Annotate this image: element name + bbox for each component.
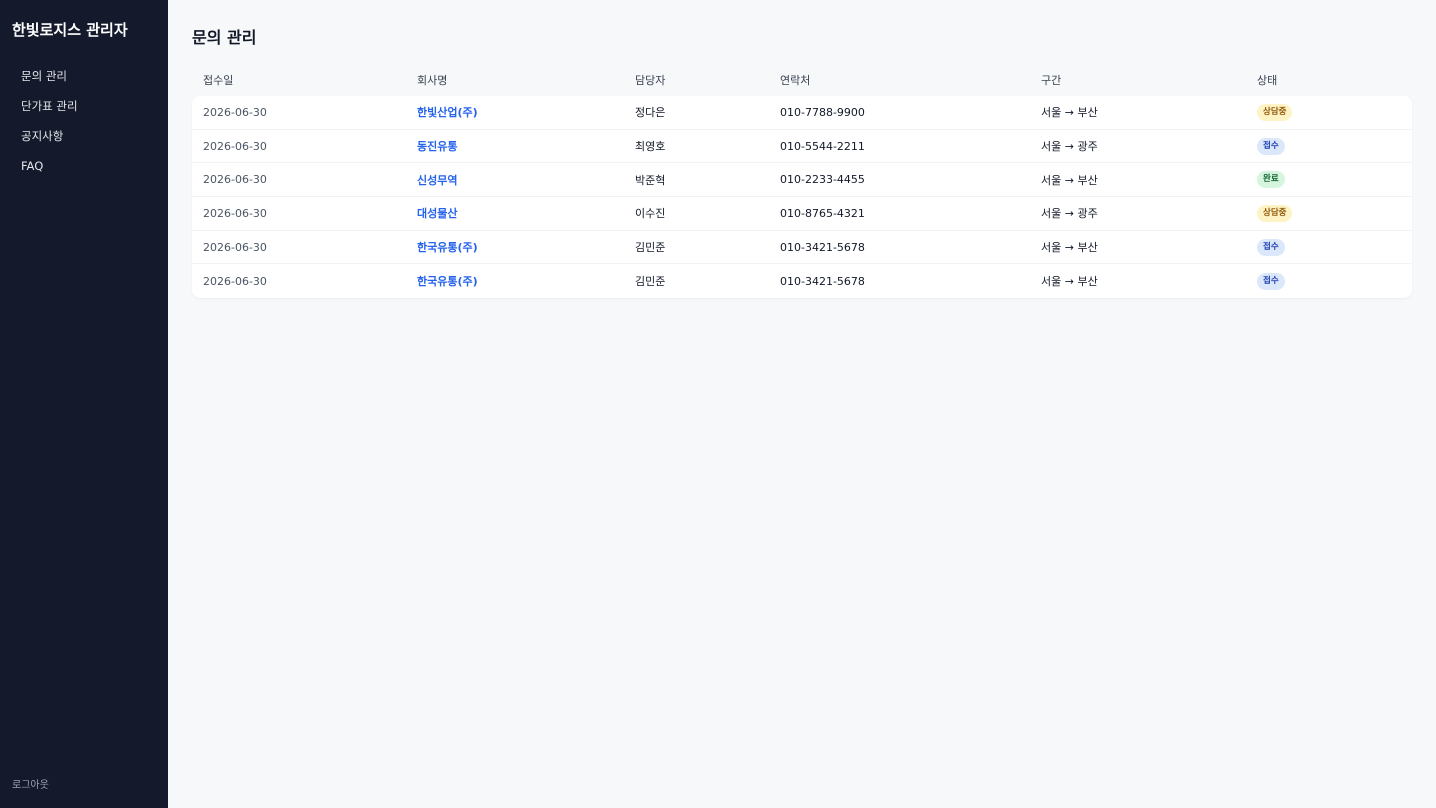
row-date: 2026-06-30 — [203, 139, 267, 153]
table-row[interactable]: 2026-06-30 한국유통(주) 김민준 010-3421-5678 서울 … — [192, 231, 1412, 265]
sidebar-item-inquiries[interactable]: 문의 관리 — [0, 64, 168, 94]
header-person: 담당자 — [635, 74, 666, 87]
row-status-cell: 접수 — [1257, 130, 1285, 163]
row-company-link[interactable]: 동진유통 — [417, 130, 457, 163]
table-row[interactable]: 2026-06-30 동진유통 최영호 010-5544-2211 서울 → 광… — [192, 130, 1412, 164]
row-status-cell: 상담중 — [1257, 197, 1293, 230]
header-status: 상태 — [1257, 74, 1278, 87]
row-route: 서울 → 광주 — [1041, 207, 1098, 221]
table-body: 2026-06-30 한빛산업(주) 정다은 010-7788-9900 서울 … — [192, 96, 1412, 299]
row-phone: 010-2233-4455 — [780, 173, 865, 187]
row-company-link[interactable]: 한국유통(주) — [417, 264, 478, 298]
row-route: 서울 → 부산 — [1041, 106, 1098, 120]
row-person: 김민준 — [635, 275, 666, 289]
row-person: 이수진 — [635, 207, 666, 221]
row-phone: 010-3421-5678 — [780, 274, 865, 288]
row-date: 2026-06-30 — [203, 173, 267, 187]
row-date: 2026-06-30 — [203, 105, 267, 119]
sidebar-item-notices[interactable]: 공지사항 — [0, 124, 168, 154]
row-status-cell: 완료 — [1257, 163, 1285, 196]
header-company: 회사명 — [417, 74, 448, 87]
status-badge: 접수 — [1257, 137, 1285, 155]
row-company-link[interactable]: 대성물산 — [417, 197, 457, 230]
row-company-link[interactable]: 한국유통(주) — [417, 231, 478, 264]
table-row[interactable]: 2026-06-30 한국유통(주) 김민준 010-3421-5678 서울 … — [192, 264, 1412, 298]
row-phone: 010-3421-5678 — [780, 240, 865, 254]
header-phone: 연락처 — [780, 74, 811, 87]
row-route: 서울 → 부산 — [1041, 275, 1098, 289]
status-badge: 완료 — [1257, 171, 1285, 189]
row-person: 박준혁 — [635, 173, 666, 187]
status-badge: 상담중 — [1257, 103, 1293, 121]
status-badge: 상담중 — [1257, 204, 1293, 222]
status-badge: 접수 — [1257, 272, 1285, 290]
table-row[interactable]: 2026-06-30 신성무역 박준혁 010-2233-4455 서울 → 부… — [192, 163, 1412, 198]
row-company-link[interactable]: 신성무역 — [417, 163, 457, 196]
header-route: 구간 — [1041, 74, 1062, 87]
row-status-cell: 상담중 — [1257, 96, 1293, 129]
main-content: 문의 관리 접수일 회사명 담당자 연락처 구간 상태 2026-06-30 한… — [168, 0, 1436, 808]
row-person: 정다은 — [635, 106, 666, 120]
sidebar: 한빛로지스 관리자 문의 관리 단가표 관리 공지사항 FAQ 로그아웃 — [0, 0, 168, 808]
sidebar-item-price-table[interactable]: 단가표 관리 — [0, 94, 168, 124]
row-route: 서울 → 광주 — [1041, 140, 1098, 154]
row-status-cell: 접수 — [1257, 264, 1285, 298]
table-row[interactable]: 2026-06-30 한빛산업(주) 정다은 010-7788-9900 서울 … — [192, 96, 1412, 130]
sidebar-nav: 문의 관리 단가표 관리 공지사항 FAQ — [0, 64, 168, 184]
row-date: 2026-06-30 — [203, 206, 267, 220]
brand-title: 한빛로지스 관리자 — [12, 21, 128, 39]
row-route: 서울 → 부산 — [1041, 241, 1098, 255]
row-company-link[interactable]: 한빛산업(주) — [417, 96, 478, 129]
page-title: 문의 관리 — [192, 28, 257, 47]
row-phone: 010-7788-9900 — [780, 105, 865, 119]
row-date: 2026-06-30 — [203, 274, 267, 288]
sidebar-item-faq[interactable]: FAQ — [0, 154, 168, 184]
row-phone: 010-8765-4321 — [780, 206, 865, 220]
row-person: 최영호 — [635, 140, 666, 154]
inquiry-table: 접수일 회사명 담당자 연락처 구간 상태 2026-06-30 한빛산업(주)… — [192, 64, 1412, 299]
row-date: 2026-06-30 — [203, 240, 267, 254]
row-route: 서울 → 부산 — [1041, 173, 1098, 187]
logout-link[interactable]: 로그아웃 — [12, 776, 49, 791]
row-phone: 010-5544-2211 — [780, 139, 865, 153]
row-status-cell: 접수 — [1257, 231, 1285, 264]
table-header: 접수일 회사명 담당자 연락처 구간 상태 — [192, 64, 1412, 96]
table-row[interactable]: 2026-06-30 대성물산 이수진 010-8765-4321 서울 → 광… — [192, 197, 1412, 231]
status-badge: 접수 — [1257, 238, 1285, 256]
header-date: 접수일 — [203, 74, 234, 87]
row-person: 김민준 — [635, 241, 666, 255]
